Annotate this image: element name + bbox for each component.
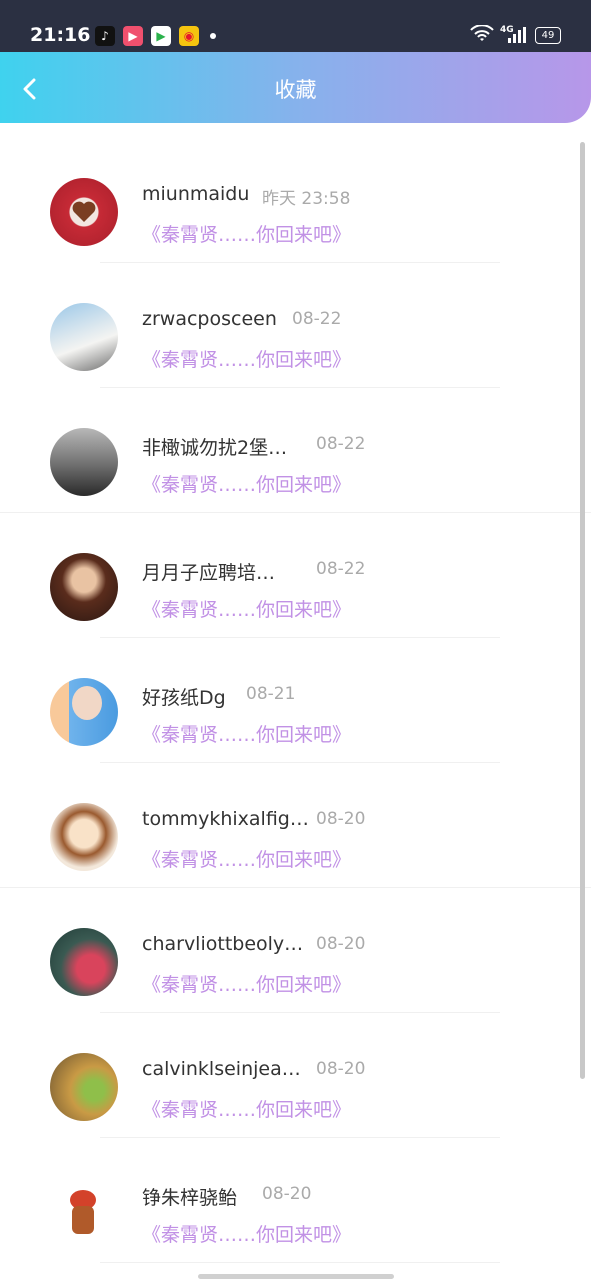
item-date: 昨天 23:58 bbox=[262, 189, 351, 209]
scrollbar[interactable] bbox=[580, 142, 585, 1079]
tiktok-icon: ♪ bbox=[95, 26, 115, 46]
user-name: zrwacposceen bbox=[142, 308, 277, 330]
avatar bbox=[50, 178, 118, 246]
notification-dot bbox=[210, 33, 216, 39]
avatar bbox=[50, 928, 118, 996]
list-item[interactable]: tommykhixalfig… 08-20 《秦霄贤……你回来吧》 bbox=[0, 763, 591, 888]
user-name: charvliottbeoly… bbox=[142, 933, 304, 955]
home-indicator[interactable] bbox=[198, 1274, 394, 1279]
item-title[interactable]: 《秦霄贤……你回来吧》 bbox=[142, 1095, 351, 1122]
item-title[interactable]: 《秦霄贤……你回来吧》 bbox=[142, 345, 351, 372]
heart-icon bbox=[72, 201, 96, 222]
avatar bbox=[50, 803, 118, 871]
list-item[interactable]: miunmaidu 昨天 23:58 《秦霄贤……你回来吧》 bbox=[0, 138, 591, 263]
user-name: miunmaidu bbox=[142, 183, 250, 205]
avatar bbox=[50, 303, 118, 371]
item-title[interactable]: 《秦霄贤……你回来吧》 bbox=[142, 1220, 351, 1247]
item-date: 08-22 bbox=[316, 559, 366, 579]
item-date: 08-20 bbox=[316, 809, 366, 829]
status-time: 21:16 bbox=[30, 24, 91, 46]
avatar bbox=[50, 428, 118, 496]
list-item[interactable]: 月月子应聘培… 08-22 《秦霄贤……你回来吧》 bbox=[0, 513, 591, 638]
list-item[interactable]: calvinklseinjea… 08-20 《秦霄贤……你回来吧》 bbox=[0, 1013, 591, 1138]
list-item[interactable]: 非橄诚勿扰2堡… 08-22 《秦霄贤……你回来吧》 bbox=[0, 388, 591, 513]
item-date: 08-21 bbox=[246, 684, 296, 704]
user-name: 月月子应聘培… bbox=[142, 562, 276, 584]
avatar bbox=[50, 1178, 118, 1246]
item-title[interactable]: 《秦霄贤……你回来吧》 bbox=[142, 470, 351, 497]
face-shape bbox=[72, 686, 102, 720]
avatar bbox=[50, 553, 118, 621]
user-name: calvinklseinjea… bbox=[142, 1058, 301, 1080]
item-date: 08-20 bbox=[316, 1059, 366, 1079]
wifi-icon bbox=[470, 25, 494, 41]
user-name: 铮朱梓骁鲐 bbox=[142, 1187, 238, 1209]
body-shape bbox=[72, 1206, 94, 1234]
item-title[interactable]: 《秦霄贤……你回来吧》 bbox=[142, 970, 351, 997]
battery-icon: 49 bbox=[535, 27, 561, 44]
page-title: 收藏 bbox=[274, 78, 317, 102]
list-item[interactable]: 好孩纸Dg 08-21 《秦霄贤……你回来吧》 bbox=[0, 638, 591, 763]
signal-icon bbox=[508, 27, 526, 43]
item-title[interactable]: 《秦霄贤……你回来吧》 bbox=[142, 595, 351, 622]
status-bar: 21:16 ♪ ▶ ▶ ◉ 4G 49 bbox=[0, 0, 591, 52]
avatar bbox=[50, 678, 118, 746]
list-item[interactable]: 铮朱梓骁鲐 08-20 《秦霄贤……你回来吧》 bbox=[0, 1138, 591, 1263]
item-title[interactable]: 《秦霄贤……你回来吧》 bbox=[142, 845, 351, 872]
divider bbox=[100, 1262, 500, 1263]
list-item[interactable]: charvliottbeoly… 08-20 《秦霄贤……你回来吧》 bbox=[0, 888, 591, 1013]
user-name: tommykhixalfig… bbox=[142, 808, 309, 830]
player-app-icon: ▶ bbox=[151, 26, 171, 46]
item-title[interactable]: 《秦霄贤……你回来吧》 bbox=[142, 720, 351, 747]
user-name: 好孩纸Dg bbox=[142, 687, 226, 709]
video-app-icon: ▶ bbox=[123, 26, 143, 46]
item-date: 08-22 bbox=[292, 309, 342, 329]
item-date: 08-22 bbox=[316, 434, 366, 454]
avatar bbox=[50, 1053, 118, 1121]
weibo-icon: ◉ bbox=[179, 26, 199, 46]
nav-bar: 收藏 bbox=[0, 52, 591, 123]
item-date: 08-20 bbox=[316, 934, 366, 954]
user-name: 非橄诚勿扰2堡… bbox=[142, 437, 288, 459]
item-date: 08-20 bbox=[262, 1184, 312, 1204]
list-item[interactable]: zrwacposceen 08-22 《秦霄贤……你回来吧》 bbox=[0, 263, 591, 388]
item-title[interactable]: 《秦霄贤……你回来吧》 bbox=[142, 220, 351, 247]
